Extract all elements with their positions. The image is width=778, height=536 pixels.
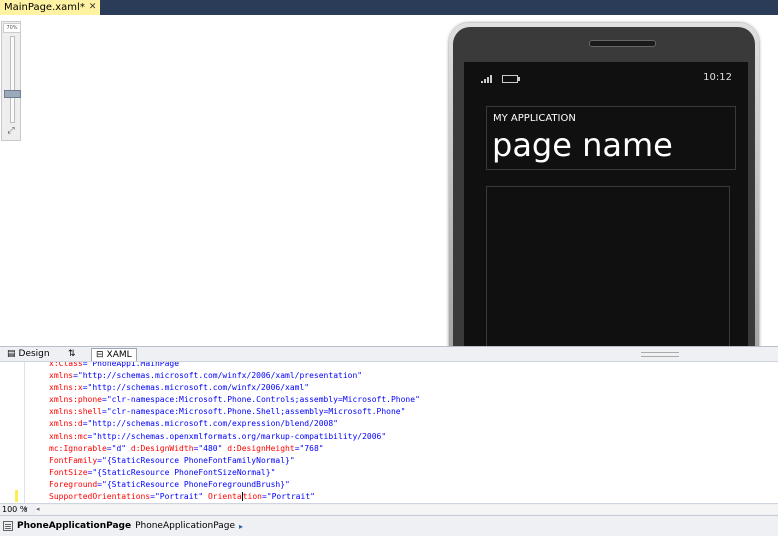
scroll-left-icon[interactable]: ◂ — [36, 505, 40, 514]
xaml-value: "d" — [111, 443, 127, 453]
close-icon[interactable]: ✕ — [89, 0, 97, 15]
xaml-attribute: xmlns — [49, 371, 74, 381]
document-tab-strip: MainPage.xaml* ✕ — [0, 0, 778, 15]
zoom-dropdown-icon[interactable]: ▾ — [24, 504, 28, 515]
title-panel[interactable]: MY APPLICATION page name — [486, 106, 736, 170]
breadcrumb-element[interactable]: PhoneApplicationPage — [135, 521, 235, 531]
xaml-attribute: xmlns:shell — [49, 407, 102, 417]
xaml-value: "Portrait" — [266, 492, 315, 502]
xaml-attribute: SupportedOrientations — [49, 492, 151, 502]
code-line[interactable]: xmlns:mc="http://schemas.openxmlformats.… — [49, 431, 420, 443]
view-switcher-bar: ▤ Design ⇅ ⊟ XAML — [0, 346, 778, 362]
xaml-value: "Portrait" — [154, 492, 204, 502]
tab-mainpage-xaml[interactable]: MainPage.xaml* ✕ — [0, 0, 101, 15]
xaml-code-editor[interactable]: x:Class="PhoneApp1.MainPage" xmlns="http:… — [0, 362, 778, 503]
zoom-slider-label: 70% — [3, 23, 21, 33]
xaml-value: "{StaticResource PhoneFontFamilyNormal}" — [102, 455, 295, 465]
xaml-value: "clr-namespace:Microsoft.Phone.Controls;… — [106, 395, 420, 405]
code-line[interactable]: Foreground="{StaticResource PhoneForegro… — [49, 479, 420, 491]
breadcrumb-expand-icon[interactable]: ▸ — [239, 522, 243, 531]
xaml-attribute: xmlns:d — [49, 419, 83, 429]
phone-bezel: 10:12 MY APPLICATION page name — [453, 27, 755, 346]
xaml-value: "{StaticResource PhoneForegroundBrush}" — [102, 479, 290, 489]
phone-speaker — [589, 40, 656, 47]
xaml-view-icon: ⊟ — [96, 349, 104, 360]
editor-zoom-bar: 100 % ▾ ◂ — [0, 503, 778, 515]
xaml-attribute: FontSize — [49, 467, 88, 477]
zoom-slider-thumb[interactable] — [4, 90, 21, 98]
xaml-attribute: xmlns:mc — [49, 431, 88, 441]
xaml-value: "http://schemas.microsoft.com/winfx/2006… — [77, 371, 363, 381]
breadcrumb-root[interactable]: PhoneApplicationPage — [17, 521, 131, 531]
xaml-value: "http://schemas.openxmlformats.org/marku… — [92, 431, 387, 441]
code-line[interactable]: xmlns:phone="clr-namespace:Microsoft.Pho… — [49, 394, 420, 406]
xaml-attribute: Foreground — [49, 479, 98, 489]
fit-to-window-icon[interactable]: ⤢ — [5, 126, 17, 137]
editor-gutter — [0, 362, 24, 503]
battery-icon — [502, 75, 520, 83]
splitter-grip[interactable] — [641, 352, 679, 357]
xaml-attribute: xmlns:x — [49, 383, 83, 393]
code-line[interactable]: xmlns:shell="clr-namespace:Microsoft.Pho… — [49, 406, 420, 418]
code-line[interactable]: FontSize="{StaticResource PhoneFontSizeN… — [49, 467, 420, 479]
code-line[interactable]: SupportedOrientations="Portrait" Orienta… — [49, 491, 420, 503]
code-line[interactable]: x:Class="PhoneApp1.MainPage" — [49, 362, 420, 370]
code-lines[interactable]: x:Class="PhoneApp1.MainPage" xmlns="http:… — [49, 362, 420, 503]
zoom-slider-track[interactable] — [10, 36, 15, 123]
code-line[interactable]: FontFamily="{StaticResource PhoneFontFam… — [49, 455, 420, 467]
design-view-icon: ▤ — [7, 349, 16, 359]
code-line[interactable]: xmlns:x="http://schemas.microsoft.com/wi… — [49, 382, 420, 394]
phone-clock: 10:12 — [703, 72, 732, 83]
xaml-attribute: d:DesignHeight — [222, 443, 295, 453]
tab-xaml[interactable]: ⊟ XAML — [91, 348, 137, 361]
code-line[interactable]: mc:Ignorable="d" d:DesignWidth="480" d:D… — [49, 443, 420, 455]
design-surface[interactable]: 70% ⤢ 10:12 MY APPLICATION page name — [0, 15, 778, 346]
xaml-attribute: d:DesignWidth — [126, 443, 194, 453]
swap-panes-icon: ⇅ — [68, 349, 76, 359]
xaml-value: "http://schemas.microsoft.com/expression… — [87, 419, 338, 429]
element-breadcrumb-bar: PhoneApplicationPage PhoneApplicationPag… — [0, 515, 778, 536]
phone-status-bar: 10:12 — [480, 72, 732, 85]
horizontal-scrollbar[interactable]: ◂ — [36, 505, 778, 514]
xaml-attribute: tion — [242, 492, 262, 502]
xaml-value: "480" — [198, 443, 223, 453]
xaml-attribute: mc:Ignorable — [49, 443, 107, 453]
document-outline-icon[interactable] — [3, 521, 13, 531]
xaml-attribute: FontFamily — [49, 455, 98, 465]
swap-panes-button[interactable]: ⇅ — [64, 348, 80, 361]
xaml-value: "clr-namespace:Microsoft.Phone.Shell;ass… — [106, 407, 406, 417]
xaml-value: "http://schemas.microsoft.com/winfx/2006… — [87, 383, 310, 393]
xaml-attribute: xmlns:phone — [49, 395, 102, 405]
editor-margin-line — [24, 362, 25, 503]
xaml-value: "768" — [299, 443, 324, 453]
xaml-attribute: Orienta — [203, 492, 242, 502]
xaml-value: "{StaticResource PhoneFontSizeNormal}" — [92, 467, 276, 477]
code-line[interactable]: xmlns:d="http://schemas.microsoft.com/ex… — [49, 418, 420, 430]
phone-frame: 10:12 MY APPLICATION page name — [449, 23, 759, 346]
xaml-value: "PhoneApp1.MainPage" — [87, 362, 184, 368]
content-panel[interactable] — [486, 186, 730, 346]
tab-title: MainPage.xaml* — [4, 2, 85, 13]
tab-xaml-label: XAML — [106, 349, 132, 360]
xaml-attribute: x:Class — [49, 362, 83, 368]
tab-design[interactable]: ▤ Design — [3, 348, 54, 361]
page-title: page name — [492, 126, 673, 164]
application-title: MY APPLICATION — [493, 113, 576, 124]
zoom-slider[interactable]: 70% ⤢ — [1, 21, 21, 141]
signal-strength-icon — [481, 75, 492, 83]
change-marker — [15, 490, 18, 502]
code-line[interactable]: xmlns="http://schemas.microsoft.com/winf… — [49, 370, 420, 382]
tab-design-label: Design — [18, 349, 50, 359]
phone-screen[interactable]: 10:12 MY APPLICATION page name — [464, 62, 748, 346]
